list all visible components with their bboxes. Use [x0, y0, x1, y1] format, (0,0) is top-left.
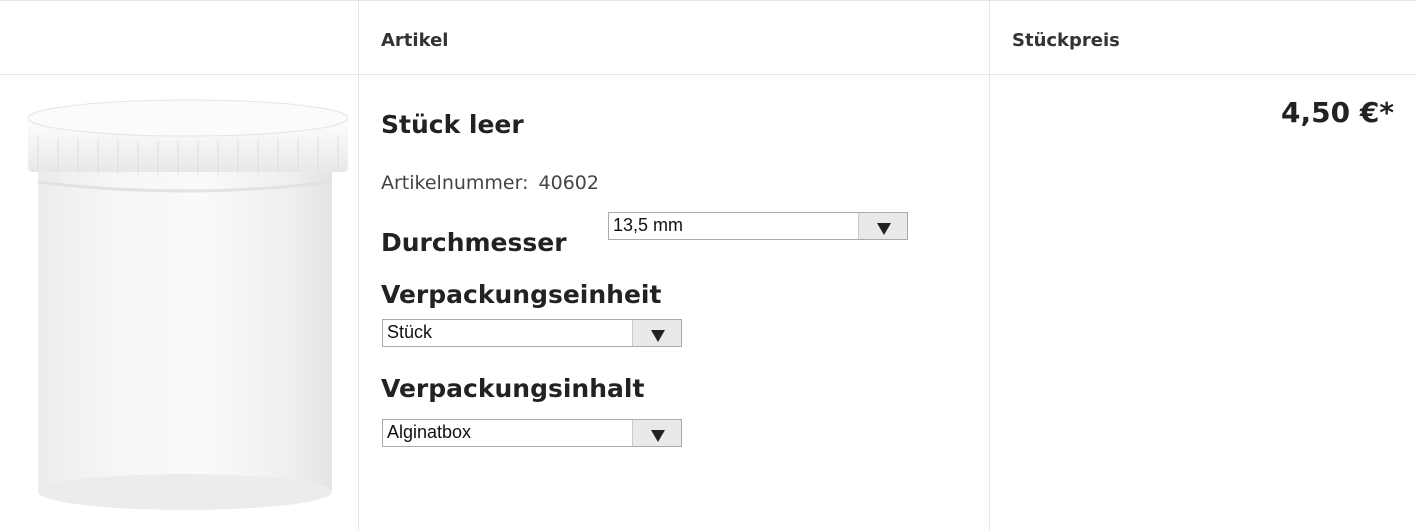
diameter-select-button[interactable]	[858, 213, 907, 239]
packaging-content-select-value: Alginatbox	[387, 422, 472, 442]
article-number-value: 40602	[538, 172, 599, 194]
header-unit-price: Stückpreis	[1012, 30, 1120, 51]
diameter-select-value: 13,5 mm	[613, 215, 684, 235]
unit-price: 4,50 €*	[1281, 96, 1394, 129]
chevron-down-icon	[877, 223, 891, 235]
header-divider	[0, 74, 1416, 75]
article-number-label: Artikelnummer:	[381, 172, 529, 194]
table-top-border	[0, 0, 1416, 1]
product-title[interactable]: Stück leer	[381, 110, 524, 139]
chevron-down-icon	[651, 330, 665, 342]
packaging-content-label: Verpackungsinhalt	[381, 374, 645, 403]
packaging-unit-select-button[interactable]	[632, 320, 681, 346]
article-number: Artikelnummer: 40602	[381, 172, 599, 194]
diameter-label: Durchmesser	[381, 228, 567, 257]
packaging-content-select-button[interactable]	[632, 420, 681, 446]
chevron-down-icon	[651, 430, 665, 442]
packaging-unit-select-value: Stück	[387, 322, 433, 342]
packaging-unit-label: Verpackungseinheit	[381, 280, 662, 309]
header-article: Artikel	[381, 30, 449, 51]
product-image[interactable]	[18, 96, 349, 520]
column-divider-1	[358, 0, 359, 530]
packaging-content-select[interactable]: Alginatbox	[382, 419, 682, 447]
product-table: Artikel Stückpreis Stück leer Artikelnum…	[0, 0, 1416, 530]
column-divider-2	[989, 0, 990, 530]
diameter-select[interactable]: 13,5 mm	[608, 212, 908, 240]
packaging-unit-select[interactable]: Stück	[382, 319, 682, 347]
